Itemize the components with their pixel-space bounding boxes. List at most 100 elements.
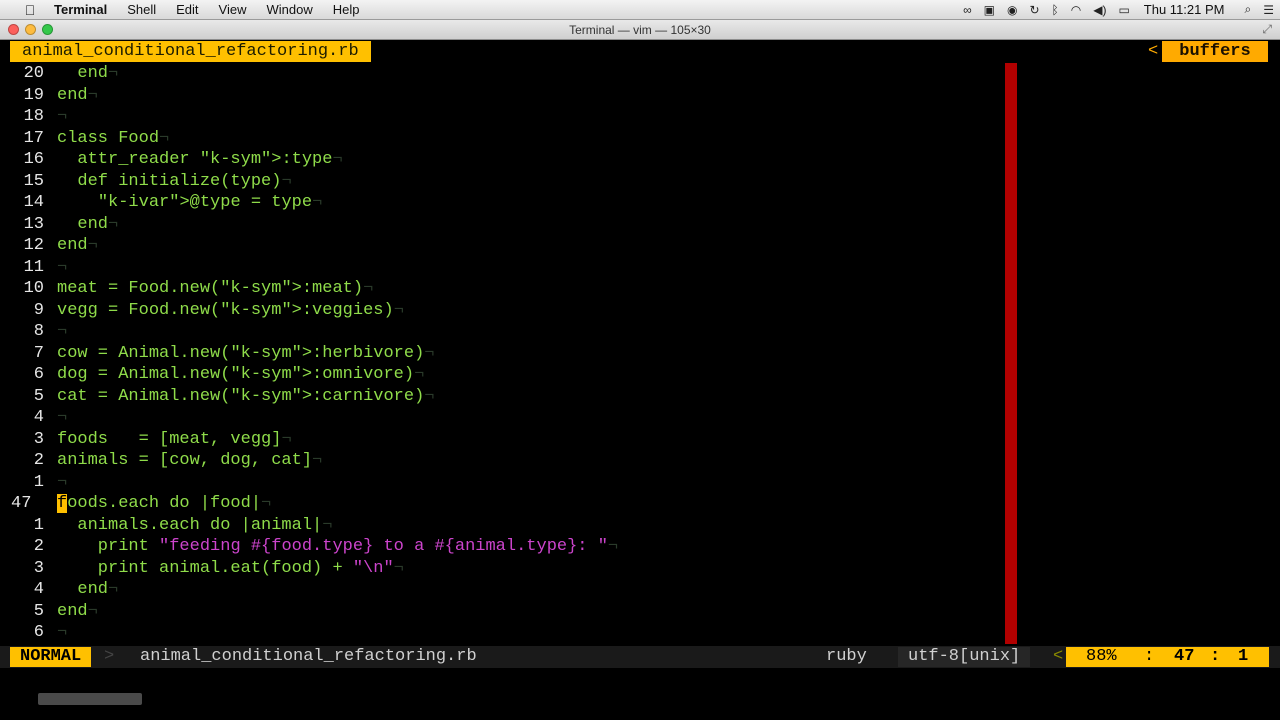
code-line[interactable]: 5 end¬ [0,601,98,623]
code-line[interactable]: 47 foods.each do |food|¬ [0,493,271,515]
code-line[interactable]: 4 ¬ [0,407,67,429]
code-line[interactable]: 20 end¬ [0,63,119,85]
code-line[interactable]: 11 ¬ [0,257,68,279]
eol-marker: ¬ [87,236,98,255]
line-number: 5 [33,601,44,621]
menu-help[interactable]: Help [333,2,360,17]
code-line[interactable]: 9 vegg = Food.new("k-sym">:veggies)¬ [0,300,404,322]
code-line[interactable]: 15 def initialize(type)¬ [0,171,292,193]
app-status-icon[interactable]: ◉ [1007,3,1017,17]
code-line[interactable]: 2 animals = [cow, dog, cat]¬ [0,450,322,472]
code-line[interactable]: 6 ¬ [0,622,67,644]
fullscreen-icon[interactable]: ⤢ [1262,22,1272,37]
code-line[interactable]: 10 meat = Food.new("k-sym">:meat)¬ [0,278,374,300]
line-number: 14 [23,193,44,212]
bluetooth-icon[interactable]: ᛒ [1052,3,1059,17]
eol-marker: ¬ [363,279,374,298]
code-text: vegg = Food.new("k-sym">:veggies) [57,300,394,320]
code-text: class Food [57,128,160,148]
eol-marker: ¬ [332,150,343,169]
menu-clock[interactable]: Thu 11:21 PM [1144,2,1225,17]
spotlight-search-icon[interactable]: ⌕ [1245,2,1252,17]
code-line[interactable]: 13 end¬ [0,214,119,236]
line-col-separator: : [1210,647,1221,666]
mode-separator: > [104,647,115,666]
eol-marker: ¬ [159,128,170,148]
code-text: def initialize(type) [57,171,282,191]
sync-icon[interactable]: ↻ [1029,3,1039,17]
code-line[interactable]: 5 cat = Animal.new("k-sym">:carnivore)¬ [0,386,435,408]
code-line[interactable]: 12 end¬ [0,235,98,257]
eol-marker: ¬ [281,429,292,449]
window-title-bar[interactable]: Terminal — vim — 105×30 ⤢ [0,20,1280,40]
code-line[interactable]: 8 ¬ [0,321,67,343]
eol-marker: ¬ [322,515,333,535]
code-line[interactable]: 1 ¬ [0,472,67,494]
line-number: 19 [23,85,44,105]
line-number: 2 [33,537,44,556]
text-cursor: f [57,494,68,513]
line-number: 6 [33,623,44,642]
encoding-separator: < [1053,647,1064,666]
eol-marker: ¬ [57,322,68,341]
code-line[interactable]: 7 cow = Animal.new("k-sym">:herbivore)¬ [0,343,435,365]
code-line[interactable]: 17 class Food¬ [0,128,170,150]
eol-marker: ¬ [108,64,119,83]
line-number: 20 [23,64,44,83]
eol-marker: ¬ [87,601,98,621]
code-text: dog = Animal.new("k-sym">:omnivore) [57,365,415,384]
line-number: 16 [23,150,44,169]
code-line[interactable]: 2 print "feeding #{food.type} to a #{ani… [0,536,618,558]
eol-marker: ¬ [57,408,68,427]
terminal-viewport[interactable]: animal_conditional_refactoring.rb < buff… [0,40,1280,720]
line-number: 8 [33,322,44,341]
status-filename: animal_conditional_refactoring.rb [140,647,477,666]
code-text: foods.each do |food| [57,494,262,513]
menu-edit[interactable]: Edit [176,2,198,17]
link-icon[interactable]: ∞ [963,3,972,17]
menu-window[interactable]: Window [267,2,313,17]
eol-marker: ¬ [57,623,68,642]
code-line[interactable]: 18 ¬ [0,106,68,128]
menu-shell[interactable]: Shell [127,2,156,17]
code-line[interactable]: 19 end¬ [0,85,98,107]
line-number: 11 [23,257,44,277]
buffers-label[interactable]: buffers [1162,41,1268,62]
code-line[interactable]: 14 "k-ivar">@type = type¬ [0,192,323,214]
cursor-position: 88% : 47 : 1 [1066,647,1269,667]
line-number: 3 [33,558,44,578]
code-text: cow = Animal.new("k-sym">:herbivore) [57,343,425,363]
code-text: end [57,236,88,255]
code-text: end [57,580,109,599]
vim-tabline: animal_conditional_refactoring.rb < buff… [0,40,1280,63]
tab-current-file[interactable]: animal_conditional_refactoring.rb [10,41,371,62]
battery-icon[interactable]: ▭ [1118,3,1129,17]
position-separator: : [1144,647,1155,666]
code-line[interactable]: 1 animals.each do |animal|¬ [0,515,333,537]
eol-marker: ¬ [108,214,119,234]
wifi-icon[interactable]: ◠ [1071,3,1081,17]
code-line[interactable]: 16 attr_reader "k-sym">:type¬ [0,149,343,171]
code-line[interactable]: 6 dog = Animal.new("k-sym">:omnivore)¬ [0,364,424,386]
code-text: end [57,64,109,83]
eol-marker: ¬ [393,558,404,578]
code-text: end [57,601,88,621]
color-column [1005,63,1017,644]
code-text: animals.each do |animal| [57,515,323,535]
eol-marker: ¬ [424,343,435,363]
volume-icon[interactable]: ◀) [1093,3,1106,17]
code-line[interactable]: 3 print animal.eat(food) + "\n"¬ [0,558,404,580]
line-number: 2 [33,451,44,470]
line-number: 5 [33,386,44,406]
menu-view[interactable]: View [219,2,247,17]
code-text: foods = [meat, vegg] [57,429,282,449]
apple-menu-icon[interactable]:  [20,2,40,18]
eol-marker: ¬ [414,365,425,384]
screen-capture-icon[interactable]: ▣ [984,3,995,17]
code-line[interactable]: 4 end¬ [0,579,118,601]
menu-terminal[interactable]: Terminal [54,2,107,17]
window-title: Terminal — vim — 105×30 [569,23,711,37]
vim-editor[interactable]: 20 end¬ 19 end¬ 18 ¬ 17 class Food¬ 16 attr_rea… [0,63,1280,644]
code-line[interactable]: 3 foods = [meat, vegg]¬ [0,429,292,451]
notification-center-icon[interactable]: ☰ [1263,3,1274,17]
